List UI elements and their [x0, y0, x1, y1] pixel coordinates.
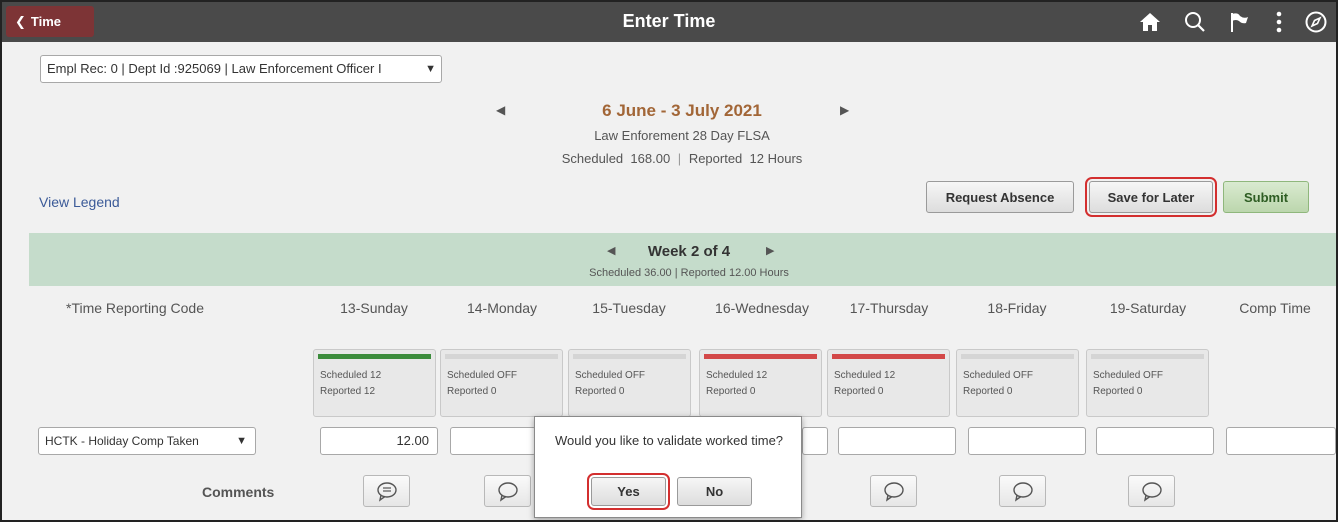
day-status-bar	[573, 354, 686, 359]
hours-input-saturday[interactable]	[1096, 427, 1214, 455]
day-scheduled: Scheduled OFF	[575, 370, 646, 381]
week-navigation-band: ◀ Week 2 of 4 ▶ Scheduled 36.00 | Report…	[29, 233, 1336, 286]
dialog-message: Would you like to validate worked time?	[554, 433, 784, 448]
save-for-later-button[interactable]: Save for Later	[1085, 177, 1217, 217]
comment-icon	[1141, 482, 1162, 502]
no-button[interactable]: No	[677, 477, 752, 506]
app-frame: ❮ Time Enter Time Empl Rec: 0 | Dept Id …	[0, 0, 1338, 522]
day-status-bar	[318, 354, 431, 359]
day-scheduled: Scheduled OFF	[963, 370, 1034, 381]
employee-record-select[interactable]: Empl Rec: 0 | Dept Id :925069 | Law Enfo…	[40, 55, 442, 83]
chevron-left-icon: ❮	[15, 13, 26, 29]
day-header: 13-Sunday	[340, 300, 408, 316]
divider: |	[677, 151, 682, 166]
compass-icon[interactable]	[1302, 8, 1330, 36]
day-header: 17-Thursday	[849, 300, 929, 316]
week-title: Week 2 of 4	[647, 243, 731, 260]
comments-label: Comments	[202, 484, 275, 500]
day-status-bar	[832, 354, 945, 359]
validate-time-dialog: Would you like to validate worked time? …	[534, 416, 802, 518]
flag-icon[interactable]	[1225, 8, 1253, 36]
day-reported: Reported 0	[963, 386, 1013, 397]
scheduled-value: 168.00	[630, 151, 671, 166]
submit-button[interactable]: Submit	[1223, 181, 1309, 213]
search-icon[interactable]	[1181, 8, 1209, 36]
comment-icon	[1012, 482, 1033, 502]
comment-button[interactable]	[1128, 475, 1175, 507]
next-week-arrow[interactable]: ▶	[766, 244, 774, 257]
yes-button[interactable]: Yes	[587, 473, 670, 510]
day-scheduled: Scheduled 12	[706, 370, 768, 381]
period-summary: Scheduled 168.00 | Reported 12 Hours	[462, 151, 902, 166]
comment-button[interactable]	[870, 475, 917, 507]
previous-period-arrow[interactable]: ◀	[496, 103, 505, 117]
hours-input-comp-time[interactable]	[1226, 427, 1336, 455]
day-summary-card[interactable]: Scheduled OFF Reported 0	[568, 349, 691, 417]
time-reporting-code-select[interactable]: HCTK - Holiday Comp Taken ▼	[38, 427, 256, 455]
day-reported: Reported 0	[706, 386, 756, 397]
comment-filled-icon	[376, 482, 397, 502]
request-absence-button[interactable]: Request Absence	[926, 181, 1074, 213]
day-header: 19-Saturday	[1109, 300, 1187, 316]
hours-input-thursday[interactable]	[838, 427, 956, 455]
day-summary-card[interactable]: Scheduled OFF Reported 0	[440, 349, 563, 417]
day-status-bar	[1091, 354, 1204, 359]
day-summary-card[interactable]: Scheduled OFF Reported 0	[956, 349, 1079, 417]
comment-button[interactable]	[484, 475, 531, 507]
header-bar: ❮ Time Enter Time	[2, 2, 1336, 42]
day-scheduled: Scheduled 12	[320, 370, 382, 381]
day-reported: Reported 0	[834, 386, 884, 397]
day-header: 15-Tuesday	[592, 300, 666, 316]
day-reported: Reported 12	[320, 386, 376, 397]
reported-value: 12 Hours	[749, 151, 803, 166]
comment-button[interactable]	[363, 475, 410, 507]
comment-button[interactable]	[999, 475, 1046, 507]
day-header: 16-Wednesday	[715, 300, 809, 316]
chevron-down-icon: ▼	[236, 435, 247, 447]
day-summary-card[interactable]: Scheduled 12 Reported 12	[313, 349, 436, 417]
employee-record-value: Empl Rec: 0 | Dept Id :925069 | Law Enfo…	[47, 61, 382, 76]
hours-input-friday[interactable]	[968, 427, 1086, 455]
day-header: 18-Friday	[987, 300, 1047, 316]
day-header: 14-Monday	[466, 300, 538, 316]
schedule-name: Law Enforement 28 Day FLSA	[594, 128, 770, 143]
week-summary: Scheduled 36.00 | Reported 12.00 Hours	[589, 267, 789, 279]
more-vertical-icon[interactable]	[1265, 8, 1293, 36]
comment-icon	[883, 482, 904, 502]
home-icon[interactable]	[1136, 8, 1164, 36]
hours-input-wednesday[interactable]	[802, 427, 828, 455]
back-button-label: Time	[30, 14, 62, 29]
day-status-bar	[704, 354, 817, 359]
day-summary-card[interactable]: Scheduled 12 Reported 0	[699, 349, 822, 417]
day-summary-card[interactable]: Scheduled 12 Reported 0	[827, 349, 950, 417]
day-scheduled: Scheduled OFF	[447, 370, 518, 381]
day-reported: Reported 0	[575, 386, 625, 397]
day-status-bar	[961, 354, 1074, 359]
trc-value: HCTK - Holiday Comp Taken	[45, 434, 199, 448]
comment-icon	[497, 482, 518, 502]
reported-label: Reported	[688, 151, 743, 166]
day-scheduled: Scheduled OFF	[1093, 370, 1164, 381]
time-reporting-code-header: *Time Reporting Code	[66, 300, 204, 316]
day-scheduled: Scheduled 12	[834, 370, 896, 381]
view-legend-link[interactable]: View Legend	[39, 194, 120, 210]
hours-input-monday[interactable]	[450, 427, 536, 455]
day-status-bar	[445, 354, 558, 359]
scheduled-label: Scheduled	[561, 151, 624, 166]
chevron-down-icon: ▼	[425, 63, 436, 75]
hours-input-sunday[interactable]: 12.00	[320, 427, 438, 455]
day-summary-card[interactable]: Scheduled OFF Reported 0	[1086, 349, 1209, 417]
day-reported: Reported 0	[1093, 386, 1143, 397]
period-range: 6 June - 3 July 2021	[602, 101, 762, 120]
back-button[interactable]: ❮ Time	[6, 6, 94, 37]
comp-time-header: Comp Time	[1239, 300, 1311, 316]
day-reported: Reported 0	[447, 386, 497, 397]
